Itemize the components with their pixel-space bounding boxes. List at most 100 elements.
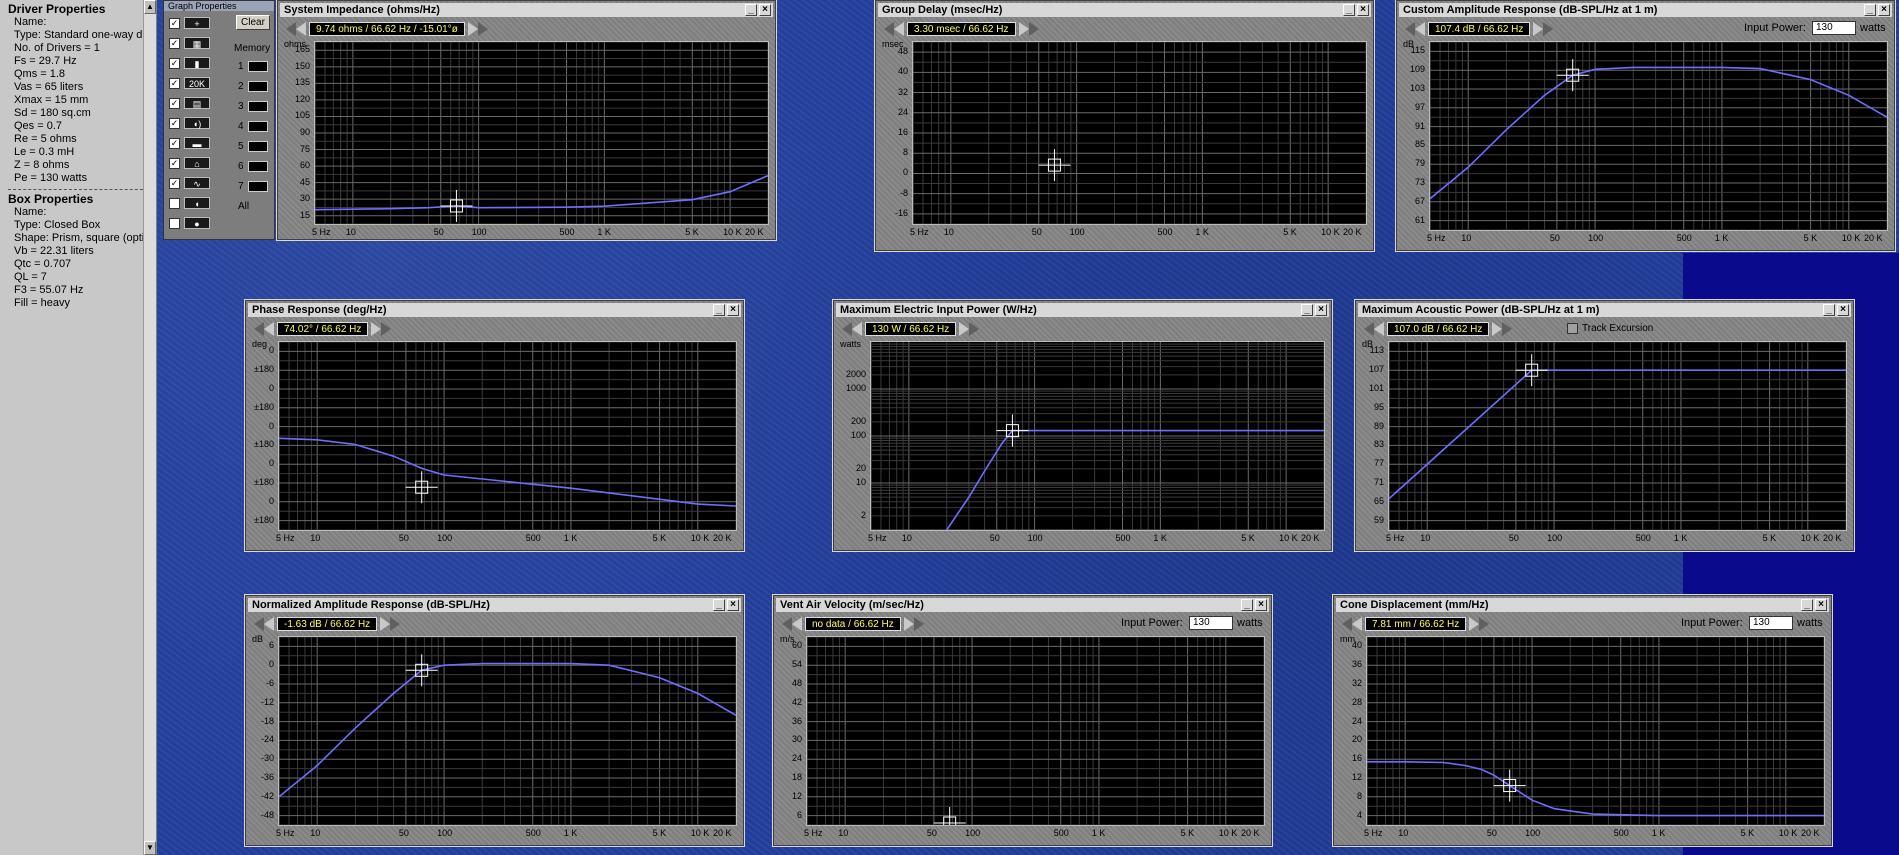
step-right-small-arrow-icon[interactable] [913, 617, 924, 631]
crosshair-icon[interactable]: + [184, 17, 210, 29]
graph-option-row[interactable]: ✓ ⌂ [169, 155, 210, 171]
plot-area[interactable] [806, 636, 1265, 826]
speaker-box-icon[interactable]: ▬ [184, 137, 210, 149]
memory-slot[interactable]: 7 [238, 181, 268, 192]
step-left-arrow-icon[interactable] [1352, 617, 1362, 631]
cursor-crosshair[interactable] [440, 189, 473, 222]
step-right-small-arrow-icon[interactable] [1028, 22, 1039, 36]
plot-area[interactable] [278, 341, 737, 531]
memory-all-label[interactable]: All [238, 201, 249, 212]
minimize-button[interactable]: _ [1343, 4, 1355, 16]
close-button[interactable]: × [1357, 4, 1369, 16]
step-right-small-arrow-icon[interactable] [1479, 617, 1490, 631]
minimize-button[interactable]: _ [1864, 4, 1876, 16]
minimize-button[interactable]: _ [745, 4, 757, 16]
memory-slot[interactable]: 6 [238, 161, 268, 172]
graph-option-row[interactable]: ✓ ▬ [169, 135, 210, 151]
speaker-small-icon[interactable]: ◖ [184, 197, 210, 209]
memory-slot[interactable]: 1 [238, 61, 268, 72]
minimize-button[interactable]: _ [1823, 304, 1835, 316]
step-left-small-arrow-icon[interactable] [884, 22, 894, 36]
house-icon[interactable]: ⌂ [184, 157, 210, 169]
plot-area[interactable] [278, 636, 737, 826]
step-left-arrow-icon[interactable] [264, 617, 274, 631]
track-excursion-toggle[interactable]: Track Excursion [1567, 323, 1653, 334]
graph-option-checkbox[interactable]: ✓ [169, 177, 180, 189]
step-right-arrow-icon[interactable] [903, 617, 914, 631]
minimize-button[interactable]: _ [1301, 304, 1313, 316]
graph-option-checkbox[interactable]: ✓ [169, 157, 180, 169]
memory-slot[interactable]: 4 [238, 121, 268, 132]
step-left-arrow-icon[interactable] [1415, 22, 1425, 36]
graph-option-checkbox[interactable]: ✓ [169, 117, 180, 129]
range-20k-icon[interactable]: 20K [184, 77, 210, 89]
step-right-arrow-icon[interactable] [467, 22, 478, 36]
step-right-small-arrow-icon[interactable] [390, 617, 401, 631]
minimize-button[interactable]: _ [1801, 599, 1813, 611]
step-right-small-arrow-icon[interactable] [969, 322, 980, 336]
step-right-arrow-icon[interactable] [1018, 22, 1029, 36]
step-right-arrow-icon[interactable] [959, 322, 970, 336]
step-left-small-arrow-icon[interactable] [254, 617, 264, 631]
marker-icon[interactable]: ▮ [184, 57, 210, 69]
step-left-arrow-icon[interactable] [296, 22, 306, 36]
record-icon[interactable]: ● [184, 217, 210, 229]
plot-area[interactable] [870, 341, 1325, 531]
graph-option-row[interactable]: ◖ [169, 195, 210, 211]
graph-option-row[interactable]: ✓ ◖) [169, 115, 210, 131]
plot-area[interactable] [912, 41, 1367, 225]
close-button[interactable]: × [759, 4, 771, 16]
step-right-small-arrow-icon[interactable] [477, 22, 488, 36]
memory-slot-box[interactable] [247, 101, 268, 112]
cursor-crosshair[interactable] [1515, 354, 1548, 387]
properties-scrollbar[interactable]: ▲ ▼ [143, 0, 156, 855]
cursor-crosshair[interactable] [1038, 149, 1071, 182]
step-left-arrow-icon[interactable] [852, 322, 862, 336]
step-left-small-arrow-icon[interactable] [286, 22, 296, 36]
input-power-field[interactable]: 130 [1812, 21, 1856, 35]
step-left-small-arrow-icon[interactable] [1342, 617, 1352, 631]
step-right-small-arrow-icon[interactable] [1543, 22, 1554, 36]
close-button[interactable]: × [1837, 304, 1849, 316]
step-left-arrow-icon[interactable] [264, 322, 274, 336]
plot-area[interactable] [314, 41, 769, 225]
step-left-small-arrow-icon[interactable] [254, 322, 264, 336]
step-left-small-arrow-icon[interactable] [1364, 322, 1374, 336]
graph-option-row[interactable]: ✓ ▮ [169, 55, 210, 71]
graph-option-checkbox[interactable] [169, 197, 180, 209]
plot-area[interactable] [1388, 341, 1847, 531]
close-button[interactable]: × [1878, 4, 1890, 16]
close-button[interactable]: × [1255, 599, 1267, 611]
print-icon[interactable]: ▤ [184, 97, 210, 109]
step-right-arrow-icon[interactable] [1469, 617, 1480, 631]
close-button[interactable]: × [1315, 304, 1327, 316]
step-right-small-arrow-icon[interactable] [1502, 322, 1513, 336]
close-button[interactable]: × [727, 304, 739, 316]
memory-slot[interactable]: 3 [238, 101, 268, 112]
grid-icon[interactable]: ▦ [184, 37, 210, 49]
track-excursion-checkbox[interactable] [1567, 323, 1578, 334]
scroll-down-button[interactable]: ▼ [144, 841, 156, 855]
graph-option-checkbox[interactable]: ✓ [169, 37, 180, 49]
close-button[interactable]: × [727, 599, 739, 611]
step-right-arrow-icon[interactable] [371, 322, 382, 336]
step-left-small-arrow-icon[interactable] [1405, 22, 1415, 36]
input-power-field[interactable]: 130 [1189, 616, 1233, 630]
memory-slot[interactable]: 2 [238, 81, 268, 92]
step-left-small-arrow-icon[interactable] [782, 617, 792, 631]
memory-slot-box[interactable] [247, 181, 268, 192]
memory-slot[interactable]: 5 [238, 141, 268, 152]
graph-option-checkbox[interactable] [169, 217, 180, 229]
graph-option-checkbox[interactable]: ✓ [169, 97, 180, 109]
step-left-small-arrow-icon[interactable] [842, 322, 852, 336]
step-left-arrow-icon[interactable] [1374, 322, 1384, 336]
step-right-arrow-icon[interactable] [380, 617, 391, 631]
step-right-arrow-icon[interactable] [1492, 322, 1503, 336]
scroll-up-button[interactable]: ▲ [144, 0, 156, 14]
graph-option-row[interactable]: ✓ ▦ [169, 35, 210, 51]
graph-option-row[interactable]: ✓ + [169, 15, 210, 31]
cursor-crosshair[interactable] [996, 414, 1029, 447]
memory-slot-box[interactable] [247, 141, 268, 152]
cursor-crosshair[interactable] [405, 654, 438, 687]
minimize-button[interactable]: _ [713, 599, 725, 611]
